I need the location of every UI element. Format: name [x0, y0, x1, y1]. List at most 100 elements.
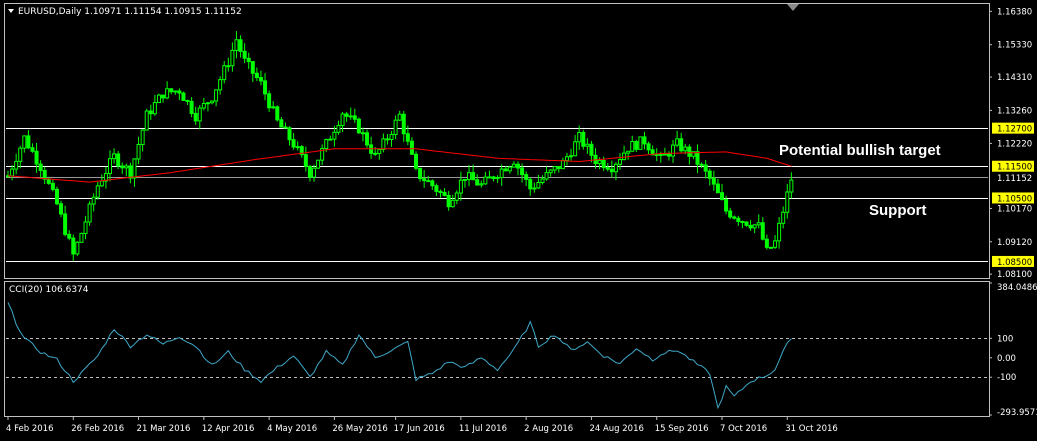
candle-body — [385, 138, 390, 141]
candle-body — [740, 221, 745, 224]
candle-body — [75, 241, 80, 255]
time-tick-label: 11 Jul 2016 — [459, 424, 507, 434]
candle-body — [422, 178, 427, 182]
level-label-text: 1.10500 — [997, 194, 1032, 204]
candle-body — [703, 164, 708, 172]
candle-body — [715, 183, 720, 194]
candle-body — [393, 119, 398, 135]
candle-body — [744, 221, 749, 226]
candle-body — [18, 147, 23, 162]
candle-body — [136, 144, 141, 160]
candle-body — [785, 191, 790, 213]
candle-body — [556, 166, 561, 170]
time-tick-label: 24 Aug 2016 — [589, 424, 643, 434]
candle-body — [499, 168, 504, 179]
candle-body — [662, 153, 667, 156]
candle-body — [79, 232, 84, 243]
candle-body — [67, 233, 72, 239]
candle-body — [507, 166, 512, 172]
time-tick-label: 31 Oct 2016 — [785, 424, 838, 434]
candle-body — [108, 158, 112, 175]
candle-body — [511, 163, 516, 168]
candle-body — [242, 50, 247, 59]
candle-body — [760, 222, 765, 240]
candle-body — [328, 138, 333, 141]
candle-body — [22, 135, 27, 149]
candle-body — [475, 179, 480, 186]
candle-body — [418, 167, 423, 180]
candle-body — [666, 153, 671, 157]
time-tick-label: 26 May 2016 — [332, 424, 387, 434]
candle-body — [83, 221, 88, 234]
candle-body — [503, 168, 508, 172]
candle-body — [728, 210, 733, 218]
candle-body — [210, 100, 214, 104]
candle-body — [87, 203, 92, 223]
candle-body — [348, 115, 353, 118]
candle-body — [250, 61, 255, 74]
candle-body — [683, 146, 688, 152]
candle-body — [789, 179, 794, 193]
price-tick-label: 1.13260 — [997, 106, 1032, 116]
time-tick-label: 21 Mar 2016 — [137, 424, 191, 434]
candle-body — [279, 119, 284, 128]
candle-body — [161, 94, 166, 99]
candle-body — [42, 169, 47, 180]
price-tick-label: 1.08100 — [997, 270, 1032, 280]
chart-background — [0, 0, 1037, 441]
candle-body — [646, 143, 651, 151]
candle-body — [471, 172, 476, 181]
candle-body — [495, 177, 500, 180]
candle-body — [377, 148, 382, 154]
support-annotation: Support — [869, 202, 927, 219]
candle-body — [152, 102, 157, 115]
candle-body — [373, 152, 378, 155]
candle-body — [524, 174, 529, 180]
candle-body — [181, 92, 186, 101]
candle-body — [544, 172, 549, 180]
candle-body — [752, 224, 757, 229]
price-tick-label: 1.12220 — [997, 139, 1032, 149]
candle-body — [324, 139, 329, 149]
candle-body — [564, 156, 569, 162]
candle-body — [128, 165, 133, 179]
candle-body — [140, 129, 145, 146]
candle-body — [46, 178, 51, 184]
candle-body — [205, 102, 210, 105]
candle-body — [552, 166, 557, 171]
candle-body — [454, 192, 459, 201]
candle-body — [560, 160, 565, 170]
candle-body — [312, 167, 316, 178]
candle-body — [622, 152, 627, 161]
cci-tick-label: -100 — [997, 373, 1016, 383]
candle-body — [732, 216, 737, 219]
time-tick-label: 4 May 2016 — [267, 424, 317, 434]
candle-body — [434, 185, 439, 192]
cci-tick-label: 384.0486 — [997, 283, 1037, 293]
candle-body — [569, 155, 574, 158]
candle-body — [360, 132, 365, 135]
price-tick-label: 1.16380 — [997, 7, 1032, 17]
candle-body — [442, 191, 447, 196]
candle-body — [234, 39, 239, 51]
candle-body — [34, 150, 39, 165]
candle-body — [491, 176, 496, 180]
candle-body — [193, 112, 198, 122]
candle-body — [283, 126, 288, 129]
candle-body — [573, 141, 578, 157]
candle-body — [177, 90, 182, 94]
trading-chart[interactable]: 1.16380 1.15330 1.14310 1.13260 1.12220 1.101… — [0, 0, 1037, 441]
candle-body — [116, 153, 121, 167]
candle-body — [479, 183, 484, 186]
candle-body — [605, 167, 610, 170]
candle-body — [246, 57, 251, 63]
cci-tick-label: 100 — [997, 334, 1013, 344]
candle-body — [99, 180, 104, 187]
candle-body — [59, 203, 64, 215]
candle-body — [230, 49, 235, 67]
candle-body — [405, 133, 410, 142]
candle-body — [165, 88, 170, 99]
candle-body — [724, 199, 729, 212]
candle-body — [520, 167, 525, 176]
candle-body — [271, 106, 276, 109]
